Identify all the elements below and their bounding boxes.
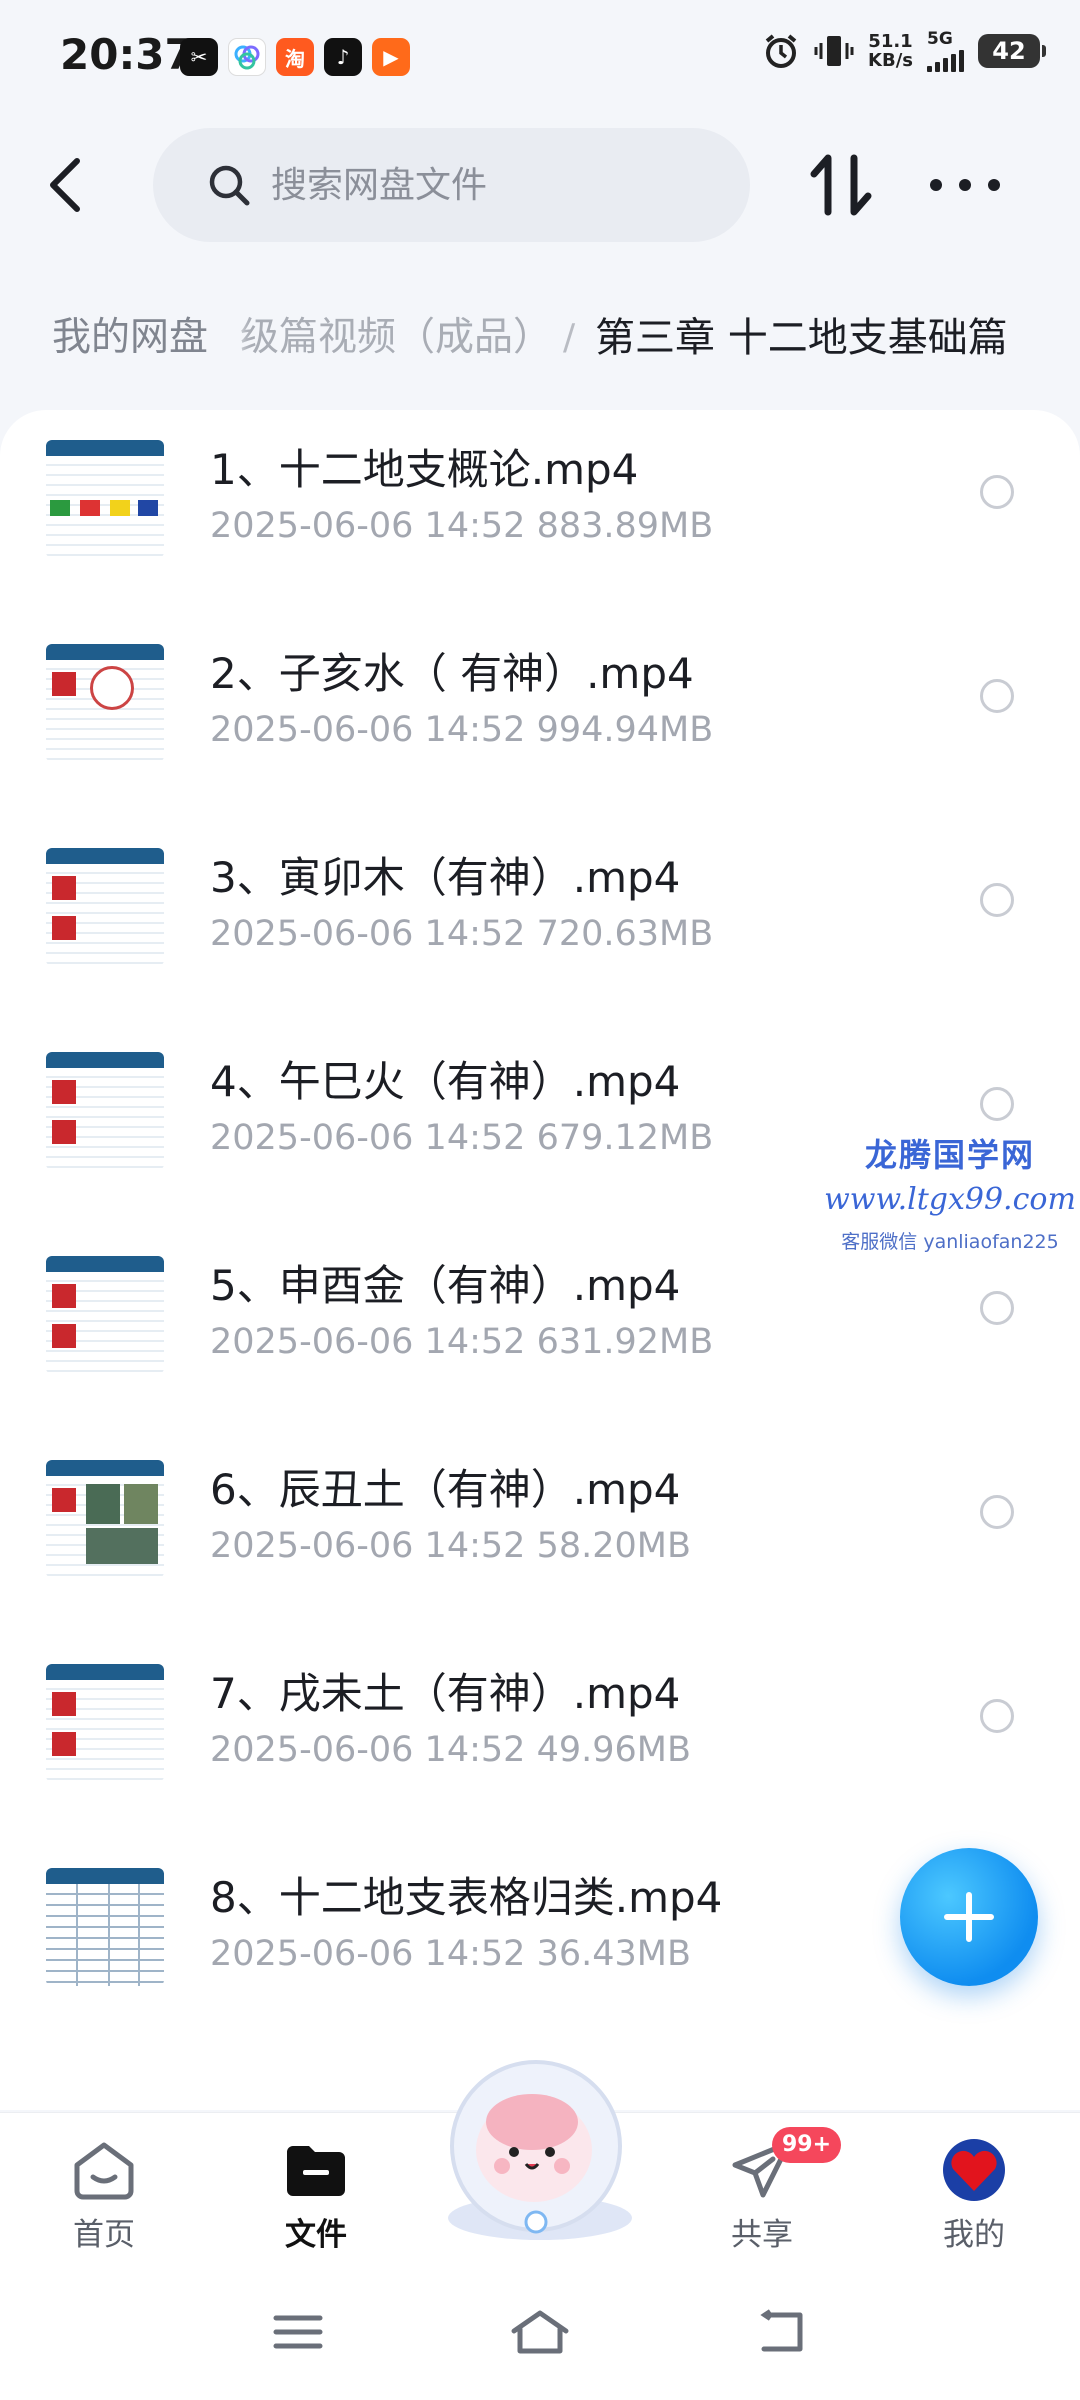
- back-button[interactable]: [40, 150, 90, 220]
- notification-icons: ✂ 淘 ♪ ▶: [180, 38, 410, 76]
- add-button[interactable]: [900, 1848, 1038, 1986]
- nav-files[interactable]: 文件: [246, 2135, 386, 2254]
- search-icon: [209, 165, 250, 206]
- video-thumbnail: [46, 644, 164, 762]
- file-meta: 2025-06-06 14:52 631.92MB: [210, 1322, 714, 1362]
- select-radio[interactable]: [980, 475, 1014, 509]
- file-list: 1、十二地支概论.mp4 2025-06-06 14:52 883.89MB 2…: [0, 410, 1080, 2110]
- file-row[interactable]: 6、辰丑土（有神）.mp4 2025-06-06 14:52 58.20MB: [0, 1430, 1080, 1634]
- file-name: 6、辰丑土（有神）.mp4: [210, 1465, 681, 1514]
- alarm-icon: [765, 34, 797, 68]
- system-nav-bar: [0, 2262, 1080, 2400]
- video-thumbnail: [46, 1664, 164, 1782]
- vibrate-icon: [814, 36, 854, 66]
- file-row[interactable]: 2、子亥水（ 有神）.mp4 2025-06-06 14:52 994.94MB: [0, 614, 1080, 818]
- breadcrumb: 级篇视频（成品） 我的网盘 / 第三章 十二地支基础篇: [0, 298, 1080, 378]
- kuaishou-icon: ▶: [372, 38, 410, 76]
- select-radio[interactable]: [980, 883, 1014, 917]
- back-icon: [50, 158, 80, 212]
- back-button-icon[interactable]: [742, 2302, 822, 2362]
- battery-icon: 42: [978, 34, 1046, 68]
- file-meta: 2025-06-06 14:52 720.63MB: [210, 914, 714, 954]
- status-bar: 20:37 ✂ 淘 ♪ ▶ 51.1 KB/s 5G 42: [0, 0, 1080, 120]
- profile-avatar-icon: [939, 2135, 1009, 2205]
- select-radio[interactable]: [980, 1087, 1014, 1121]
- video-thumbnail: [46, 1256, 164, 1374]
- file-name: 7、戌未土（有神）.mp4: [210, 1669, 681, 1718]
- file-row[interactable]: 5、申酉金（有神）.mp4 2025-06-06 14:52 631.92MB: [0, 1226, 1080, 1430]
- nav-home[interactable]: 首页: [34, 2135, 174, 2254]
- watermark-title: 龙腾国学网: [864, 1136, 1035, 1174]
- mascot-assistant-button[interactable]: [432, 2050, 648, 2246]
- more-icon[interactable]: [930, 165, 1000, 205]
- file-meta: 2025-06-06 14:52 49.96MB: [210, 1730, 691, 1770]
- file-name: 3、寅卯木（有神）.mp4: [210, 853, 681, 902]
- nav-profile-label: 我的: [943, 2217, 1005, 2253]
- plus-icon: [944, 1892, 994, 1942]
- select-radio[interactable]: [980, 1495, 1014, 1529]
- network-speed-unit: KB/s: [868, 50, 913, 71]
- netdisk-file-screen: 20:37 ✂ 淘 ♪ ▶ 51.1 KB/s 5G 42 搜索网盘文件 级篇视…: [0, 0, 1080, 2400]
- file-row[interactable]: 3、寅卯木（有神）.mp4 2025-06-06 14:52 720.63MB: [0, 818, 1080, 1022]
- video-thumbnail: [46, 1460, 164, 1578]
- status-right: 51.1 KB/s 5G 42: [762, 30, 1046, 72]
- file-name: 8、十二地支表格归类.mp4: [210, 1873, 723, 1922]
- taobao-icon: 淘: [276, 38, 314, 76]
- search-input[interactable]: [271, 164, 711, 206]
- signal-icon: 5G: [927, 30, 964, 72]
- baidu-netdisk-icon: [228, 38, 266, 76]
- tiktok-icon: ♪: [324, 38, 362, 76]
- select-radio[interactable]: [980, 1699, 1014, 1733]
- file-name: 2、子亥水（ 有神）.mp4: [210, 649, 694, 698]
- file-meta: 2025-06-06 14:52 36.43MB: [210, 1934, 691, 1974]
- select-radio[interactable]: [980, 679, 1014, 713]
- breadcrumb-current: 第三章 十二地支基础篇: [595, 315, 1008, 361]
- file-row[interactable]: 7、戌未土（有神）.mp4 2025-06-06 14:52 49.96MB: [0, 1634, 1080, 1838]
- video-thumbnail: [46, 440, 164, 558]
- nav-share-label: 共享: [731, 2217, 793, 2253]
- sort-button[interactable]: [808, 150, 876, 220]
- home-icon: [69, 2135, 139, 2205]
- network-speed: 51.1 KB/s: [868, 32, 913, 70]
- file-meta: 2025-06-06 14:52 58.20MB: [210, 1526, 691, 1566]
- file-meta: 2025-06-06 14:52 883.89MB: [210, 506, 714, 546]
- folder-icon: [281, 2135, 351, 2205]
- watermark-url: www.ltgx99.com: [824, 1182, 1076, 1217]
- file-name: 5、申酉金（有神）.mp4: [210, 1261, 681, 1310]
- breadcrumb-separator: /: [563, 317, 576, 358]
- breadcrumb-root[interactable]: 我的网盘: [30, 304, 231, 372]
- nav-profile[interactable]: 我的: [904, 2135, 1044, 2254]
- video-thumbnail: [46, 1868, 164, 1986]
- breadcrumb-parent[interactable]: 级篇视频（成品）: [240, 304, 552, 372]
- video-thumbnail: [46, 1052, 164, 1170]
- network-type: 5G: [927, 29, 953, 49]
- sort-icon: [810, 154, 872, 216]
- network-speed-value: 51.1: [868, 31, 913, 52]
- nav-home-label: 首页: [73, 2217, 135, 2253]
- video-thumbnail: [46, 848, 164, 966]
- nav-share[interactable]: 99+ 共享: [692, 2127, 842, 2254]
- watermark-contact: 客服微信 yanliaofan225: [841, 1231, 1059, 1253]
- share-badge: 99+: [772, 2127, 842, 2163]
- watermark: 龙腾国学网 www.ltgx99.com 客服微信 yanliaofan225: [820, 1130, 1080, 1254]
- file-name: 1、十二地支概论.mp4: [210, 445, 639, 494]
- file-meta: 2025-06-06 14:52 994.94MB: [210, 710, 714, 750]
- file-row[interactable]: 1、十二地支概论.mp4 2025-06-06 14:52 883.89MB: [0, 410, 1080, 614]
- status-time: 20:37: [60, 30, 194, 79]
- menu-icon[interactable]: [258, 2302, 338, 2362]
- home-button-icon[interactable]: [500, 2302, 580, 2362]
- file-meta: 2025-06-06 14:52 679.12MB: [210, 1118, 714, 1158]
- select-radio[interactable]: [980, 1291, 1014, 1325]
- nav-files-label: 文件: [285, 2217, 347, 2253]
- file-name: 4、午巳火（有神）.mp4: [210, 1057, 681, 1106]
- search-bar[interactable]: [153, 128, 750, 242]
- capcut-icon: ✂: [180, 38, 218, 76]
